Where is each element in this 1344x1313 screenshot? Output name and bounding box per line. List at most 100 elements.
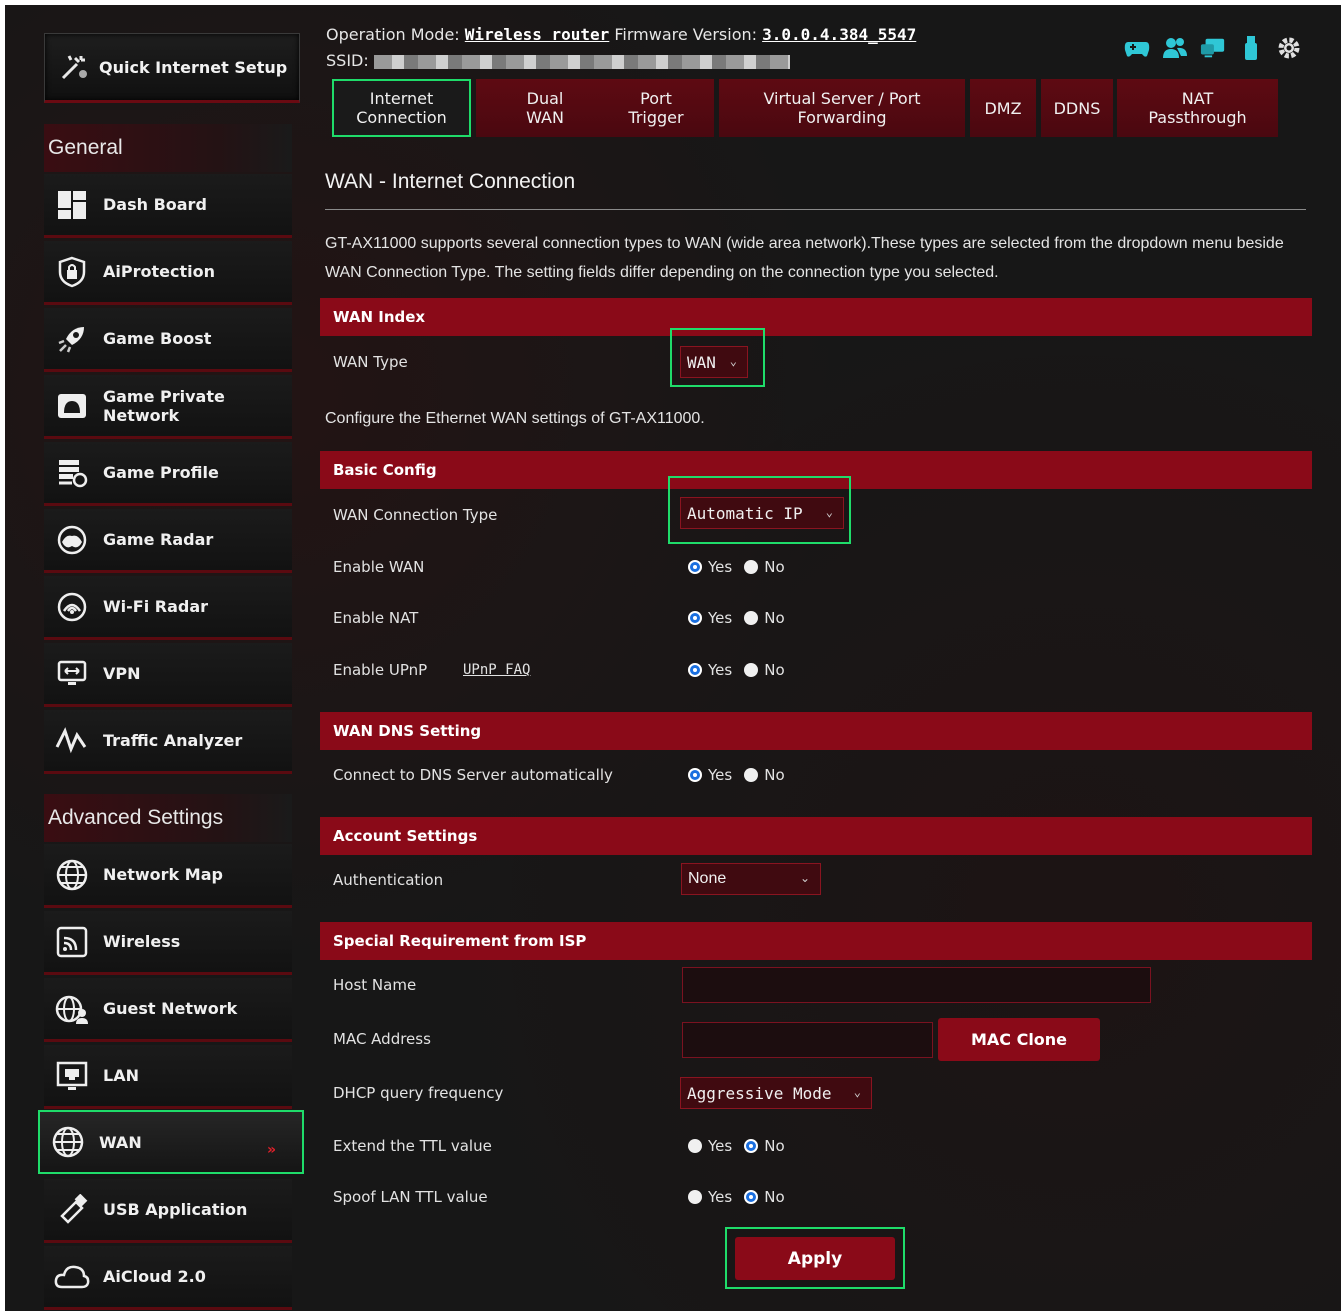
tab-ddns[interactable]: DDNS: [1041, 79, 1113, 137]
enable-nat-no-radio[interactable]: [744, 611, 759, 625]
dhcp-frequency-select[interactable]: Aggressive Mode ⌄: [680, 1077, 872, 1109]
tab-internet-connection[interactable]: Internet Connection: [332, 79, 471, 137]
chevron-down-icon: ⌄: [853, 1085, 861, 1099]
rocket-icon: [54, 321, 90, 357]
enable-wan-radio-group: Yes No: [688, 558, 785, 576]
sidebar-item-label: AiProtection: [103, 262, 215, 281]
tab-label: Virtual Server / Port Forwarding: [763, 89, 921, 127]
extend-ttl-no-radio[interactable]: [744, 1139, 759, 1153]
sidebar-item-usb-application[interactable]: USB Application: [44, 1179, 292, 1243]
extend-ttl-radio-group: Yes No: [688, 1137, 785, 1155]
enable-wan-label: Enable WAN: [333, 558, 425, 576]
sidebar-item-label: AiCloud 2.0: [103, 1267, 206, 1286]
sidebar-item-game-private-network[interactable]: Game Private Network: [44, 375, 292, 439]
sidebar-item-label: Dash Board: [103, 195, 207, 214]
dns-auto-no-radio[interactable]: [744, 768, 759, 782]
game-profile-icon: [54, 455, 90, 491]
firmware-link[interactable]: 3.0.0.4.384_5547: [762, 25, 916, 44]
radio-no-label: No: [764, 558, 785, 576]
sidebar-item-aicloud-2-0[interactable]: AiCloud 2.0: [44, 1246, 292, 1310]
sidebar-item-aiprotection[interactable]: AiProtection: [44, 241, 292, 305]
sidebar-item-label: Traffic Analyzer: [103, 731, 243, 750]
radio-no-label: No: [764, 661, 785, 679]
tab-port-trigger[interactable]: Port Trigger: [598, 79, 714, 137]
quick-internet-setup-button[interactable]: Quick Internet Setup: [44, 33, 300, 103]
globe-icon: [54, 857, 90, 893]
enable-upnp-yes-radio[interactable]: [688, 663, 702, 677]
tab-label: Dual WAN: [526, 89, 564, 127]
tab-label: NAT Passthrough: [1148, 89, 1247, 127]
wizard-icon: [57, 50, 91, 84]
gear-icon[interactable]: [1276, 35, 1302, 61]
upnp-faq-link[interactable]: UPnP FAQ: [463, 662, 530, 678]
enable-upnp-no-radio[interactable]: [744, 663, 759, 677]
mac-address-input[interactable]: [682, 1022, 933, 1058]
op-mode-link[interactable]: Wireless router: [465, 25, 610, 44]
sidebar-item-wan[interactable]: WAN »: [38, 1110, 304, 1174]
section-wan-dns: WAN DNS Setting: [320, 712, 1312, 750]
radio-yes-label: Yes: [708, 661, 733, 679]
chevron-down-icon: ⌄: [729, 354, 737, 368]
wan-connection-type-label: WAN Connection Type: [333, 506, 498, 524]
page-description: GT-AX11000 supports several connection t…: [325, 235, 1284, 281]
wan-type-select[interactable]: WAN ⌄: [680, 346, 748, 378]
lan-icon: [54, 1058, 90, 1094]
sidebar-item-guest-network[interactable]: Guest Network: [44, 978, 292, 1042]
usb-stick-icon[interactable]: [1238, 35, 1264, 61]
extend-ttl-yes-radio[interactable]: [688, 1139, 702, 1153]
active-arrow-icon: »: [266, 1142, 276, 1158]
devices-icon[interactable]: [1200, 35, 1226, 61]
sidebar-item-vpn[interactable]: VPN: [44, 643, 292, 707]
radio-no-label: No: [764, 1188, 785, 1206]
mac-address-label: MAC Address: [333, 1030, 431, 1048]
host-name-input[interactable]: [682, 967, 1151, 1003]
apply-button[interactable]: Apply: [735, 1237, 895, 1280]
ssid-label: SSID:: [326, 51, 369, 70]
sidebar-item-label: LAN: [103, 1066, 139, 1085]
firmware-label: Firmware Version:: [614, 25, 758, 44]
radio-yes-label: Yes: [708, 1137, 733, 1155]
chevron-down-icon: ⌄: [825, 505, 833, 519]
spoof-ttl-yes-radio[interactable]: [688, 1190, 702, 1204]
sidebar-item-game-boost[interactable]: Game Boost: [44, 308, 292, 372]
radio-yes-label: Yes: [708, 766, 733, 784]
wan-connection-type-value: Automatic IP: [687, 503, 803, 523]
enable-wan-yes-radio[interactable]: [688, 560, 702, 574]
tab-dmz[interactable]: DMZ: [970, 79, 1036, 137]
sidebar-item-network-map[interactable]: Network Map: [44, 844, 292, 908]
users-icon[interactable]: [1162, 35, 1188, 61]
op-mode-label: Operation Mode:: [326, 25, 460, 44]
spoof-ttl-no-radio[interactable]: [744, 1190, 759, 1204]
dns-auto-yes-radio[interactable]: [688, 768, 702, 782]
mac-clone-button[interactable]: MAC Clone: [938, 1018, 1100, 1061]
wifi-radar-icon: [54, 589, 90, 625]
wan-type-label: WAN Type: [333, 353, 408, 371]
tab-dual-wan[interactable]: Dual WAN: [476, 79, 614, 137]
section-wan-index: WAN Index: [320, 298, 1312, 336]
sidebar-item-lan[interactable]: LAN: [44, 1045, 292, 1109]
page-title: WAN - Internet Connection: [325, 170, 576, 193]
tab-virtual-server[interactable]: Virtual Server / Port Forwarding: [719, 79, 965, 137]
tab-label: Internet Connection: [356, 89, 447, 127]
sidebar-item-game-profile[interactable]: Game Profile: [44, 442, 292, 506]
sidebar-item-label: WAN: [99, 1132, 142, 1152]
enable-nat-yes-radio[interactable]: [688, 611, 702, 625]
tab-label: DMZ: [984, 98, 1022, 118]
sidebar-item-label: Network Map: [103, 865, 223, 884]
gamepad-icon[interactable]: [1124, 35, 1150, 61]
sidebar-item-game-radar[interactable]: Game Radar: [44, 509, 292, 573]
sidebar-item-wi-fi-radar[interactable]: Wi-Fi Radar: [44, 576, 292, 640]
tab-nat-passthrough[interactable]: NAT Passthrough: [1117, 79, 1278, 137]
sidebar-item-dash-board[interactable]: Dash Board: [44, 174, 292, 238]
sidebar-item-label: USB Application: [103, 1200, 248, 1219]
tab-label: Port Trigger: [628, 89, 684, 127]
wireless-icon: [54, 924, 90, 960]
quick-setup-label: Quick Internet Setup: [99, 57, 288, 77]
sidebar-item-wireless[interactable]: Wireless: [44, 911, 292, 975]
sidebar-item-traffic-analyzer[interactable]: Traffic Analyzer: [44, 710, 292, 774]
enable-upnp-label: Enable UPnP: [333, 661, 428, 679]
authentication-select[interactable]: None ⌄: [681, 863, 821, 895]
guest-network-icon: [54, 991, 90, 1027]
enable-wan-no-radio[interactable]: [744, 560, 759, 574]
wan-connection-type-select[interactable]: Automatic IP ⌄: [680, 497, 844, 529]
